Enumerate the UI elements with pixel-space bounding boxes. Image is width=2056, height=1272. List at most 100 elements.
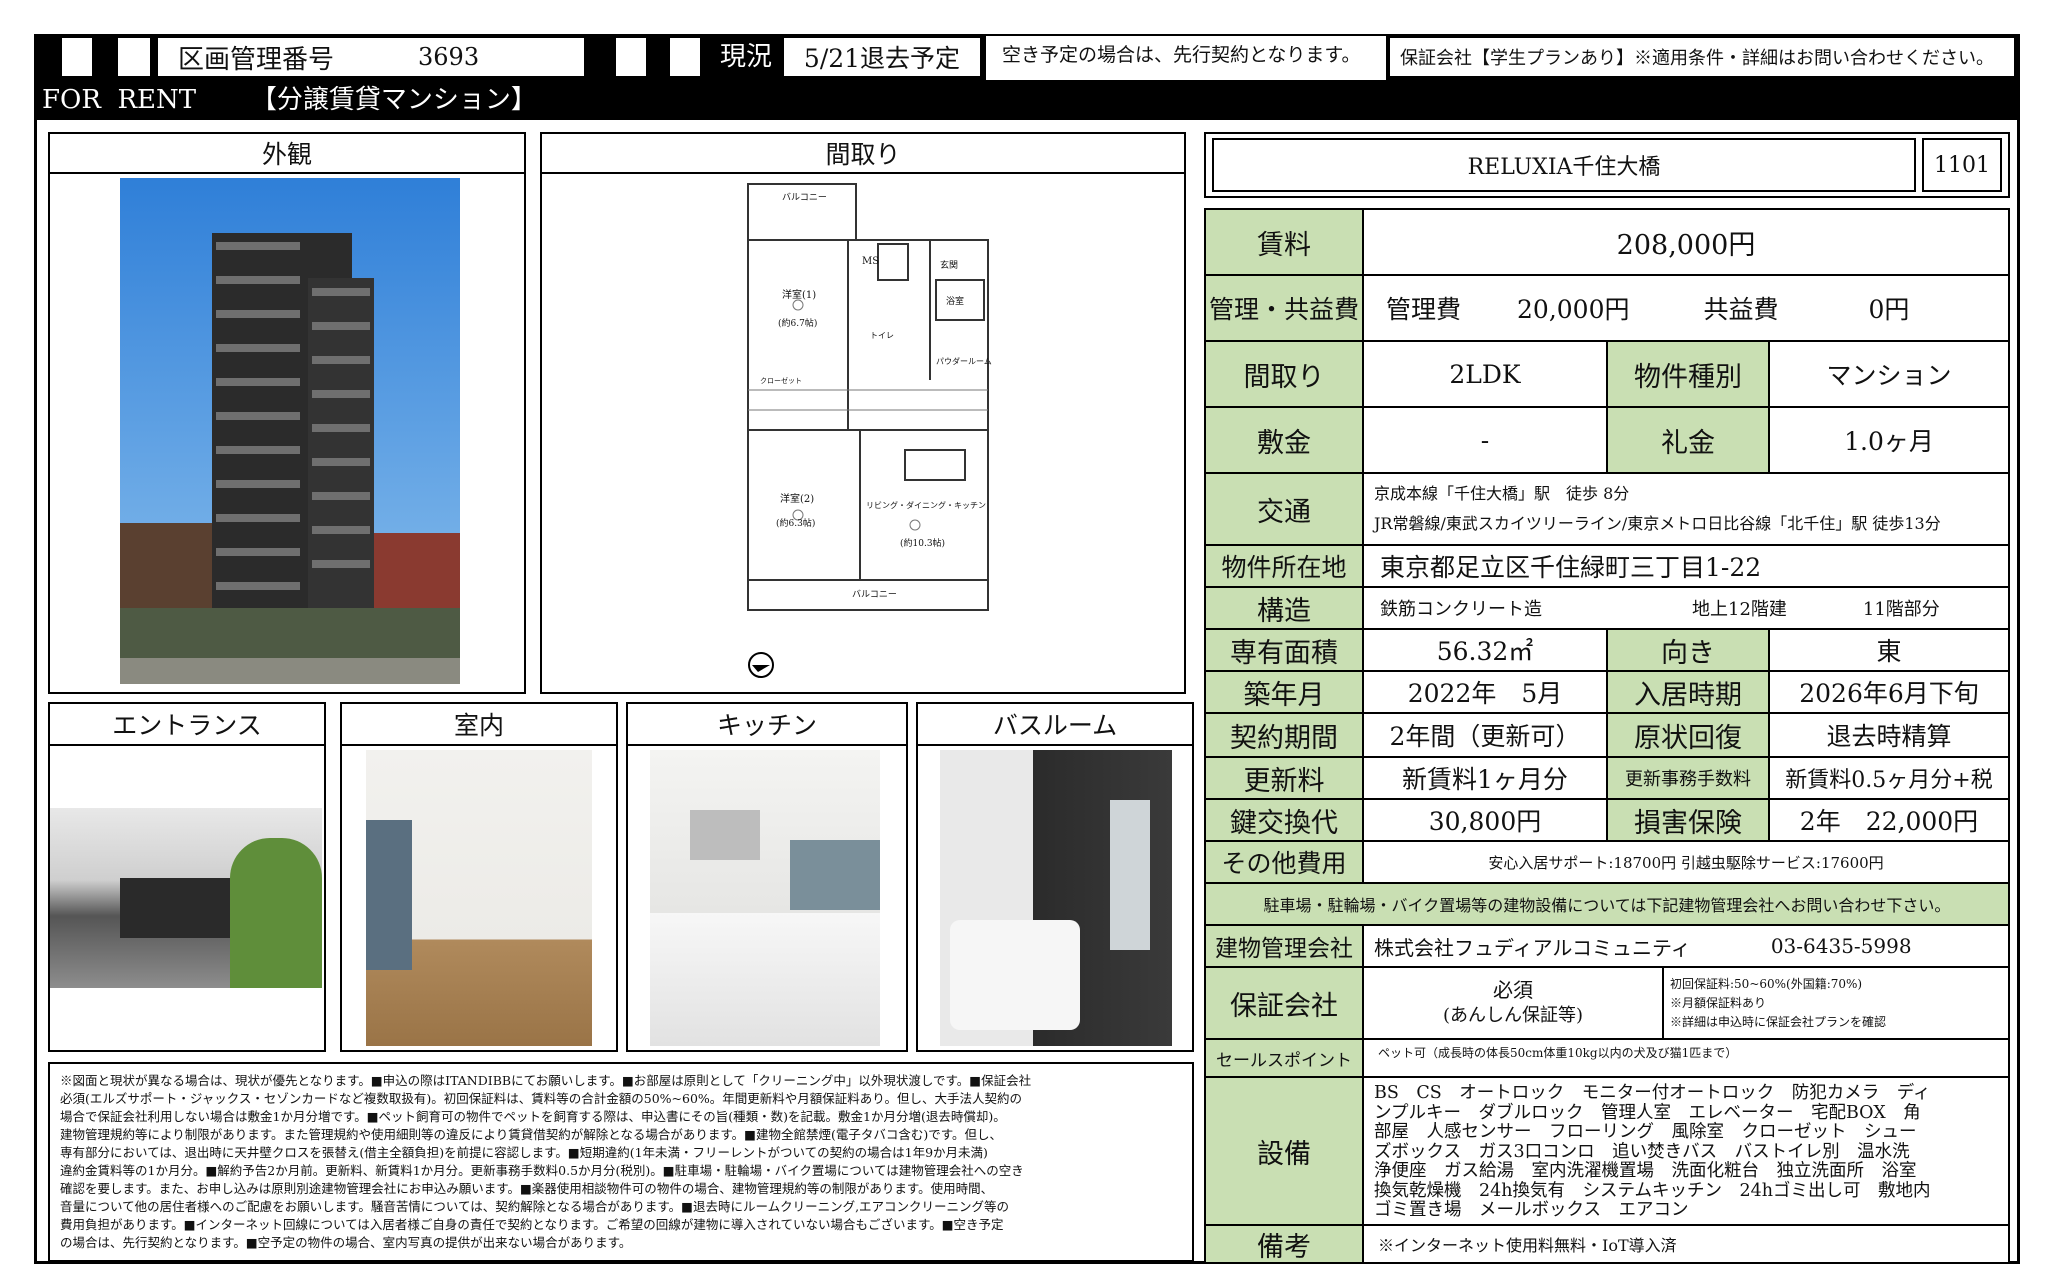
property-type-label: 【分譲賃貸マンション】 [250,85,537,115]
restore-value: 退去時精算 [1768,712,2010,758]
access-line-2: JR常磐線/東武スカイツリーライン/東京メトロ日比谷線「北千住」駅 徒歩13分 [1374,514,1941,533]
address-value: 東京都足立区千住緑町三丁目1-22 [1362,544,2010,588]
built-label: 築年月 [1204,670,1364,714]
rent-value: 208,000円 [1362,208,2010,276]
insurance-label: 損害保険 [1606,798,1770,842]
fp-room1: 洋室(1) [782,290,817,301]
guarantor-sub: (あんしん保証等) [1442,1005,1584,1026]
equip-line: ズボックス ガス3口コンロ 追い焚きバス バストイレ別 温水洗 [1374,1141,1910,1162]
kitchen-photo [650,750,880,1046]
for-rent-label: FOR RENT [42,85,197,115]
term-value: 2年間（更新可） [1362,712,1608,758]
floorplan-title: 間取り [540,132,1186,174]
direction-label: 向き [1606,628,1770,672]
disclaimer-line: 違約金賃料等の1か月分。■解約予告2か月前。更新料、新賃料1か月分。更新事務手数… [60,1163,1024,1178]
keymoney-value: 1.0ヶ月 [1768,406,2010,474]
other-label: その他費用 [1204,840,1364,884]
kitchen-window [790,840,880,910]
movein-label: 入居時期 [1606,670,1770,714]
fp-ldk: リビング・ダイニング・キッチン [866,501,986,510]
for-rent-bar: FOR RENT 【分譲賃貸マンション】 [34,80,2020,120]
kind-label: 物件種別 [1606,340,1770,408]
movein-value: 2026年6月下旬 [1768,670,2010,714]
area-label: 専有面積 [1204,628,1364,672]
white-tab-1 [62,38,92,76]
guarantee-note: 保証会社【学生プランあり】※適用条件・詳細はお問い合わせください。 [1388,36,2016,78]
access-line-1: 京成本線「千住大橋」駅 徒歩 8分 [1374,484,1630,503]
bldg-mgmt-company: 株式会社フュディアルコミュニティ [1374,935,1691,960]
access-values: 京成本線「千住大橋」駅 徒歩 8分 JR常磐線/東武スカイツリーライン/東京メト… [1362,472,2010,546]
fp-room1-size: (約6.7帖) [778,319,818,329]
fp-toilet: トイレ [870,331,894,340]
disclaimer-line: 必須(エルズサポート・ジャックス・セゾンカードなど複数取扱有)。初回保証料は、賃… [60,1091,1023,1106]
fp-balcony-top: バルコニー [782,193,827,203]
built-value: 2022年 5月 [1362,670,1608,714]
kukaku-label: 区画管理番号 [178,44,335,75]
direction-value: 東 [1768,628,2010,672]
equip-line: BS CS オートロック モニター付オートロック 防犯カメラ ディ [1374,1083,1931,1103]
interior-photo [366,750,592,1046]
floorplan-drawing: バルコニー MS 洋室(1) (約6.7帖) 玄関 浴室 パウダールーム トイレ… [740,180,1010,620]
white-tab-2 [118,38,150,76]
interior-window [366,820,412,970]
structure-label: 構造 [1204,586,1364,630]
fp-closet: クローゼット [760,377,802,385]
white-tab-4 [670,38,700,76]
guarantor-note-2: ※月額保証料あり [1670,995,1767,1010]
bldg-mgmt-tel: 03-6435-5998 [1770,934,1912,958]
other-value: 安心入居サポート:18700円 引越虫駆除サービス:17600円 [1362,840,2010,884]
access-label: 交通 [1204,472,1364,546]
kind-value: マンション [1768,340,2010,408]
bathroom-photo [940,750,1172,1046]
disclaimer-line: の場合は、先行契約となります。■空予定の物件の場合、室内写真の提供が出来ない場合… [60,1235,632,1250]
mgmt-label: 管理・共益費 [1204,274,1364,342]
bathtub [950,920,1080,1030]
disclaimer-line: 音量について他の居住者様へのご配慮をお願いします。騒音苦情については、契約解除と… [60,1199,1010,1214]
fp-entry: 玄関 [940,261,959,271]
key-value: 30,800円 [1362,798,1608,842]
room-number: 1101 [1922,138,2002,192]
renew-label: 更新料 [1204,756,1364,800]
property-name: RELUXIA千住大橋 [1212,138,1916,192]
genkyo-label: 現況 [719,42,772,72]
equip-line: 浄便座 ガス給湯 室内洗濯機置場 洗面化粧台 独立洗面所 浴室 [1374,1161,1917,1181]
renew-fee-value: 新賃料0.5ヶ月分+税 [1768,756,2010,800]
sales-label: セールスポイント [1204,1038,1364,1078]
guarantor-required: 必須 [1493,978,1533,1002]
disclaimer-line: 費用負担があります。■インターネット回線については入居者様ご自身の責任で契約とな… [60,1217,1004,1232]
entrance-title: エントランス [48,702,326,746]
area-value: 56.32㎡ [1362,628,1608,672]
disclaimer-line: 建物管理規約等により制限があります。また管理規約や使用細則等の違反により賃貸借契… [60,1127,1002,1142]
compass-icon [746,650,776,680]
address-label: 物件所在地 [1204,544,1364,588]
term-label: 契約期間 [1204,712,1364,758]
fp-room2-size: (約6.3帖) [776,519,816,529]
entrance-tree [230,838,322,988]
guarantor-note-3: ※詳細は申込時に保証会社プランを確認 [1670,1014,1887,1029]
parking-note: 駐車場・駐輪場・バイク置場等の建物設備については下記建物管理会社へお問い合わせ下… [1204,882,2010,926]
entrance-photo [50,808,322,988]
disclaimer-line: 確認を要します。また、お申し込みは原則別途建物管理会社にお申込み願います。■楽器… [60,1181,994,1196]
layout-label: 間取り [1204,340,1364,408]
remarks-value: ※インターネット使用料無料・IoT導入済 [1362,1224,2010,1264]
fp-ldk-size: (約10.3帖) [900,539,946,549]
equip-values: BS CS オートロック モニター付オートロック 防犯カメラ ディ ンプルキー … [1362,1076,2010,1226]
mgmt-fee-label: 管理費 [1386,295,1462,324]
fp-room2: 洋室(2) [780,494,815,505]
disclaimer-line: 場合で保証会社利用しない場合は敷金1か月分増です。■ペット飼育可の物件でペットを… [60,1109,1006,1124]
floor-part-value: 11階部分 [1862,599,1940,620]
kitchen-hood [690,810,760,860]
fp-powder: パウダールーム [936,357,992,366]
mgmt-values: 管理費 20,000円 共益費 0円 [1362,274,2010,342]
interior-title: 室内 [340,702,618,746]
sales-value: ペット可（成長時の体長50cm体重10kg以内の犬及び猫1匹まで） [1362,1038,2010,1078]
bathroom-title: バスルーム [916,702,1194,746]
fp-balcony-bottom: バルコニー [852,590,897,600]
guarantor-label: 保証会社 [1204,966,1364,1040]
renew-value: 新賃料1ヶ月分 [1362,756,1608,800]
floors-value: 地上12階建 [1692,599,1787,620]
insurance-value: 2年 22,000円 [1768,798,2010,842]
equip-line: 換気乾燥機 24h換気有 システムキッチン 24hゴミ出し可 敷地内 [1374,1180,1931,1201]
white-tab-3 [616,38,646,76]
mgmt-fee: 20,000円 [1517,295,1630,324]
